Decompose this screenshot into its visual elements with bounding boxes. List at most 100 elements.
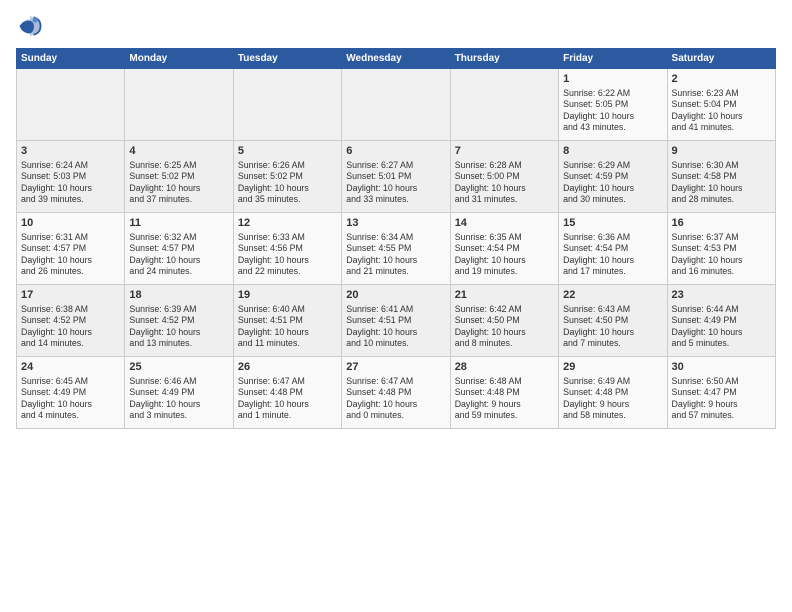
calendar-cell: 29Sunrise: 6:49 AM Sunset: 4:48 PM Dayli… <box>559 357 667 429</box>
day-info: Sunrise: 6:46 AM Sunset: 4:49 PM Dayligh… <box>129 376 228 422</box>
day-info: Sunrise: 6:22 AM Sunset: 5:05 PM Dayligh… <box>563 88 662 134</box>
weekday-header-row: SundayMondayTuesdayWednesdayThursdayFrid… <box>17 49 776 69</box>
calendar-cell: 15Sunrise: 6:36 AM Sunset: 4:54 PM Dayli… <box>559 213 667 285</box>
calendar-cell: 8Sunrise: 6:29 AM Sunset: 4:59 PM Daylig… <box>559 141 667 213</box>
day-number: 1 <box>563 72 662 87</box>
day-info: Sunrise: 6:43 AM Sunset: 4:50 PM Dayligh… <box>563 304 662 350</box>
day-number: 27 <box>346 360 445 375</box>
day-info: Sunrise: 6:26 AM Sunset: 5:02 PM Dayligh… <box>238 160 337 206</box>
day-number: 2 <box>672 72 771 87</box>
day-number: 22 <box>563 288 662 303</box>
day-number: 23 <box>672 288 771 303</box>
weekday-header-wednesday: Wednesday <box>342 49 450 69</box>
day-number: 19 <box>238 288 337 303</box>
day-number: 26 <box>238 360 337 375</box>
weekday-header-friday: Friday <box>559 49 667 69</box>
calendar-cell: 4Sunrise: 6:25 AM Sunset: 5:02 PM Daylig… <box>125 141 233 213</box>
day-number: 20 <box>346 288 445 303</box>
day-number: 3 <box>21 144 120 159</box>
day-info: Sunrise: 6:39 AM Sunset: 4:52 PM Dayligh… <box>129 304 228 350</box>
day-info: Sunrise: 6:31 AM Sunset: 4:57 PM Dayligh… <box>21 232 120 278</box>
calendar-cell: 21Sunrise: 6:42 AM Sunset: 4:50 PM Dayli… <box>450 285 558 357</box>
day-info: Sunrise: 6:38 AM Sunset: 4:52 PM Dayligh… <box>21 304 120 350</box>
calendar-cell: 14Sunrise: 6:35 AM Sunset: 4:54 PM Dayli… <box>450 213 558 285</box>
calendar-week-row: 3Sunrise: 6:24 AM Sunset: 5:03 PM Daylig… <box>17 141 776 213</box>
day-number: 15 <box>563 216 662 231</box>
day-number: 7 <box>455 144 554 159</box>
weekday-header-tuesday: Tuesday <box>233 49 341 69</box>
calendar-cell: 20Sunrise: 6:41 AM Sunset: 4:51 PM Dayli… <box>342 285 450 357</box>
calendar-cell: 19Sunrise: 6:40 AM Sunset: 4:51 PM Dayli… <box>233 285 341 357</box>
day-info: Sunrise: 6:29 AM Sunset: 4:59 PM Dayligh… <box>563 160 662 206</box>
day-info: Sunrise: 6:47 AM Sunset: 4:48 PM Dayligh… <box>346 376 445 422</box>
calendar-week-row: 24Sunrise: 6:45 AM Sunset: 4:49 PM Dayli… <box>17 357 776 429</box>
logo <box>16 12 48 40</box>
day-number: 9 <box>672 144 771 159</box>
calendar-cell: 10Sunrise: 6:31 AM Sunset: 4:57 PM Dayli… <box>17 213 125 285</box>
calendar-cell <box>125 69 233 141</box>
weekday-header-saturday: Saturday <box>667 49 775 69</box>
calendar-cell: 18Sunrise: 6:39 AM Sunset: 4:52 PM Dayli… <box>125 285 233 357</box>
calendar-table: SundayMondayTuesdayWednesdayThursdayFrid… <box>16 48 776 429</box>
day-info: Sunrise: 6:45 AM Sunset: 4:49 PM Dayligh… <box>21 376 120 422</box>
day-number: 12 <box>238 216 337 231</box>
day-number: 11 <box>129 216 228 231</box>
calendar-cell <box>450 69 558 141</box>
weekday-header-monday: Monday <box>125 49 233 69</box>
calendar-cell: 2Sunrise: 6:23 AM Sunset: 5:04 PM Daylig… <box>667 69 775 141</box>
day-info: Sunrise: 6:40 AM Sunset: 4:51 PM Dayligh… <box>238 304 337 350</box>
day-info: Sunrise: 6:49 AM Sunset: 4:48 PM Dayligh… <box>563 376 662 422</box>
day-info: Sunrise: 6:41 AM Sunset: 4:51 PM Dayligh… <box>346 304 445 350</box>
day-info: Sunrise: 6:28 AM Sunset: 5:00 PM Dayligh… <box>455 160 554 206</box>
day-number: 24 <box>21 360 120 375</box>
calendar-cell: 27Sunrise: 6:47 AM Sunset: 4:48 PM Dayli… <box>342 357 450 429</box>
day-info: Sunrise: 6:23 AM Sunset: 5:04 PM Dayligh… <box>672 88 771 134</box>
calendar-cell: 16Sunrise: 6:37 AM Sunset: 4:53 PM Dayli… <box>667 213 775 285</box>
calendar-cell: 13Sunrise: 6:34 AM Sunset: 4:55 PM Dayli… <box>342 213 450 285</box>
day-info: Sunrise: 6:47 AM Sunset: 4:48 PM Dayligh… <box>238 376 337 422</box>
calendar-cell: 25Sunrise: 6:46 AM Sunset: 4:49 PM Dayli… <box>125 357 233 429</box>
calendar-cell: 9Sunrise: 6:30 AM Sunset: 4:58 PM Daylig… <box>667 141 775 213</box>
calendar-cell: 17Sunrise: 6:38 AM Sunset: 4:52 PM Dayli… <box>17 285 125 357</box>
day-info: Sunrise: 6:34 AM Sunset: 4:55 PM Dayligh… <box>346 232 445 278</box>
day-info: Sunrise: 6:50 AM Sunset: 4:47 PM Dayligh… <box>672 376 771 422</box>
calendar-cell: 22Sunrise: 6:43 AM Sunset: 4:50 PM Dayli… <box>559 285 667 357</box>
day-number: 10 <box>21 216 120 231</box>
calendar-week-row: 1Sunrise: 6:22 AM Sunset: 5:05 PM Daylig… <box>17 69 776 141</box>
day-number: 17 <box>21 288 120 303</box>
calendar-cell: 28Sunrise: 6:48 AM Sunset: 4:48 PM Dayli… <box>450 357 558 429</box>
day-info: Sunrise: 6:24 AM Sunset: 5:03 PM Dayligh… <box>21 160 120 206</box>
calendar-week-row: 10Sunrise: 6:31 AM Sunset: 4:57 PM Dayli… <box>17 213 776 285</box>
calendar-cell: 30Sunrise: 6:50 AM Sunset: 4:47 PM Dayli… <box>667 357 775 429</box>
day-number: 29 <box>563 360 662 375</box>
day-info: Sunrise: 6:48 AM Sunset: 4:48 PM Dayligh… <box>455 376 554 422</box>
day-number: 14 <box>455 216 554 231</box>
calendar-cell: 5Sunrise: 6:26 AM Sunset: 5:02 PM Daylig… <box>233 141 341 213</box>
day-info: Sunrise: 6:30 AM Sunset: 4:58 PM Dayligh… <box>672 160 771 206</box>
calendar-cell <box>233 69 341 141</box>
calendar-cell: 7Sunrise: 6:28 AM Sunset: 5:00 PM Daylig… <box>450 141 558 213</box>
calendar-cell: 12Sunrise: 6:33 AM Sunset: 4:56 PM Dayli… <box>233 213 341 285</box>
weekday-header-sunday: Sunday <box>17 49 125 69</box>
calendar-cell: 1Sunrise: 6:22 AM Sunset: 5:05 PM Daylig… <box>559 69 667 141</box>
calendar-cell <box>17 69 125 141</box>
day-info: Sunrise: 6:44 AM Sunset: 4:49 PM Dayligh… <box>672 304 771 350</box>
day-info: Sunrise: 6:25 AM Sunset: 5:02 PM Dayligh… <box>129 160 228 206</box>
day-number: 13 <box>346 216 445 231</box>
day-number: 8 <box>563 144 662 159</box>
weekday-header-thursday: Thursday <box>450 49 558 69</box>
day-number: 6 <box>346 144 445 159</box>
calendar-cell: 6Sunrise: 6:27 AM Sunset: 5:01 PM Daylig… <box>342 141 450 213</box>
day-info: Sunrise: 6:42 AM Sunset: 4:50 PM Dayligh… <box>455 304 554 350</box>
day-number: 30 <box>672 360 771 375</box>
day-number: 25 <box>129 360 228 375</box>
page-header <box>16 12 776 40</box>
day-number: 21 <box>455 288 554 303</box>
day-info: Sunrise: 6:33 AM Sunset: 4:56 PM Dayligh… <box>238 232 337 278</box>
day-info: Sunrise: 6:32 AM Sunset: 4:57 PM Dayligh… <box>129 232 228 278</box>
day-info: Sunrise: 6:36 AM Sunset: 4:54 PM Dayligh… <box>563 232 662 278</box>
calendar-cell: 11Sunrise: 6:32 AM Sunset: 4:57 PM Dayli… <box>125 213 233 285</box>
day-info: Sunrise: 6:35 AM Sunset: 4:54 PM Dayligh… <box>455 232 554 278</box>
calendar-cell: 3Sunrise: 6:24 AM Sunset: 5:03 PM Daylig… <box>17 141 125 213</box>
calendar-cell: 24Sunrise: 6:45 AM Sunset: 4:49 PM Dayli… <box>17 357 125 429</box>
